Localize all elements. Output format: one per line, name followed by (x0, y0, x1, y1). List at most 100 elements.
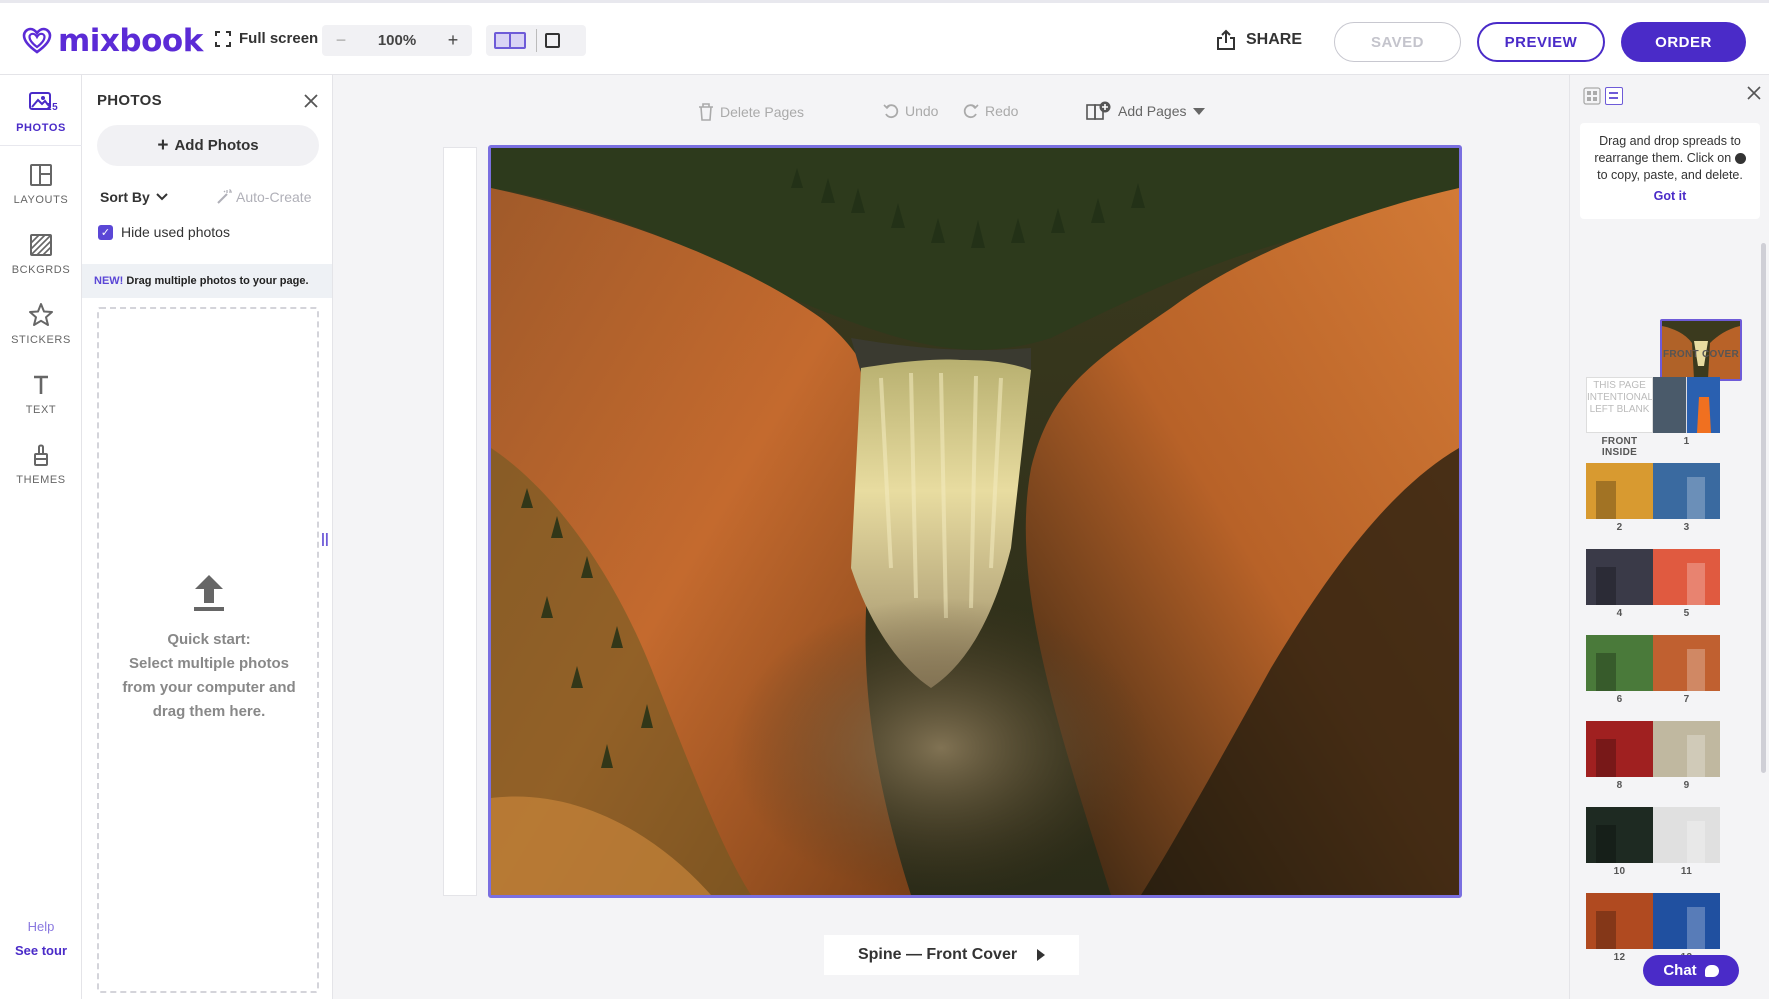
thumbnail-page-right[interactable] (1653, 635, 1720, 691)
thumbnail-page-1[interactable] (1653, 377, 1720, 433)
thumbnail-scrollbar[interactable] (1761, 243, 1766, 773)
undo-icon (883, 104, 899, 119)
page-navigator[interactable]: Spine — Front Cover (824, 935, 1079, 975)
brush-icon (34, 444, 48, 466)
delete-pages-button[interactable]: Delete Pages (698, 103, 804, 121)
thumbnail-label: 6 (1616, 694, 1623, 705)
thumbnail-page-right[interactable] (1653, 463, 1720, 519)
thumbnail-page-right[interactable] (1653, 807, 1720, 863)
thumbnail-page-right[interactable] (1653, 893, 1720, 949)
close-icon[interactable] (302, 92, 320, 110)
thumbnail-image (1586, 893, 1653, 949)
thumbnail-image (1653, 549, 1720, 605)
quick-start-line: from your computer and (122, 679, 296, 696)
hide-used-photos-option[interactable]: ✓ Hide used photos (98, 224, 230, 240)
magic-wand-icon (217, 189, 232, 204)
thumbnail-label: 7 (1683, 694, 1690, 705)
help-link[interactable]: Help (0, 915, 82, 939)
new-tag: NEW! (94, 275, 124, 287)
thumbnail-label: 1 (1683, 436, 1690, 447)
nav-item-themes[interactable]: THEMES (0, 442, 82, 486)
order-button[interactable]: ORDER (1621, 22, 1746, 62)
thumbnail-image (1653, 807, 1720, 863)
preview-button[interactable]: PREVIEW (1477, 22, 1605, 62)
more-options-icon (1734, 153, 1746, 165)
thumbnail-image (1653, 463, 1720, 519)
sort-by-dropdown[interactable]: Sort By (100, 189, 168, 205)
fullscreen-icon (215, 30, 231, 47)
thumbnail-front-inside[interactable]: THIS PAGE INTENTIONALLY LEFT BLANK (1586, 377, 1653, 433)
backgrounds-icon (30, 234, 52, 256)
plus-icon: + (157, 135, 169, 156)
zoom-out-button[interactable]: − (322, 30, 360, 51)
auto-create-label: Auto-Create (236, 189, 312, 205)
heart-logo-icon (22, 27, 52, 54)
add-photos-button[interactable]: + Add Photos (97, 125, 319, 166)
nav-item-stickers[interactable]: STICKERS (0, 302, 82, 346)
new-feature-banner: NEW! Drag multiple photos to your page. (82, 264, 332, 298)
chevron-down-icon (156, 193, 168, 201)
thumbnail-page-left[interactable] (1586, 635, 1653, 691)
front-cover-page[interactable] (488, 145, 1462, 898)
fullscreen-button[interactable]: Full screen (215, 30, 318, 47)
zoom-in-button[interactable]: + (434, 30, 472, 51)
thumbnail-page-left[interactable] (1586, 893, 1653, 949)
nav-item-layouts[interactable]: LAYOUTS (0, 162, 82, 206)
panel-resize-handle[interactable]: || (321, 530, 329, 546)
photo-drop-zone[interactable]: Quick start: Select multiple photos from… (97, 307, 319, 993)
cover-photo-waterfall[interactable] (491, 148, 1459, 895)
top-bar: mixbook Full screen − 100% + SHARE SAVED (0, 0, 1769, 75)
share-button[interactable]: SHARE (1216, 29, 1302, 51)
editor-canvas: || Delete Pages Undo Redo Add Pages Spin… (321, 75, 1569, 999)
quick-start-instructions: Quick start: Select multiple photos from… (109, 628, 309, 724)
thumbnail-label: 12 (1613, 952, 1626, 963)
hide-used-checkbox[interactable]: ✓ (98, 224, 113, 240)
spine-page[interactable] (443, 147, 477, 896)
thumbnail-image (1586, 721, 1653, 777)
undo-button[interactable]: Undo (883, 103, 938, 119)
thumbnail-label: 2 (1616, 522, 1623, 533)
panel-title: PHOTOS (97, 92, 162, 109)
redo-label: Redo (985, 103, 1019, 119)
redo-button[interactable]: Redo (963, 103, 1018, 119)
nav-item-photos[interactable]: 25 PHOTOS (0, 90, 82, 134)
thumbnail-label: 9 (1683, 780, 1690, 791)
single-page-view-icon[interactable] (545, 33, 560, 48)
add-pages-dropdown[interactable]: Add Pages (1086, 101, 1205, 121)
list-view-icon[interactable] (1605, 87, 1623, 105)
nav-label-backgrounds: BCKGRDS (11, 264, 71, 276)
got-it-button[interactable]: Got it (1588, 188, 1752, 205)
tip-text: Drag and drop spreads to rearrange them.… (1594, 134, 1741, 165)
thumbnail-label: 8 (1616, 780, 1623, 791)
thumbnail-label: FRONT INSIDE (1601, 436, 1638, 458)
photo-count-badge: 25 (46, 102, 59, 113)
upload-icon (194, 575, 224, 611)
thumbnail-page-left[interactable] (1586, 549, 1653, 605)
text-icon (34, 375, 48, 394)
saved-button[interactable]: SAVED (1334, 22, 1461, 62)
thumbnail-page-right[interactable] (1653, 549, 1720, 605)
nav-item-text[interactable]: TEXT (0, 372, 82, 416)
see-tour-link[interactable]: See tour (0, 939, 82, 963)
thumbnail-page-left[interactable] (1586, 807, 1653, 863)
grid-view-icon[interactable] (1583, 87, 1601, 105)
thumbnail-page-right[interactable] (1653, 721, 1720, 777)
nav-item-backgrounds[interactable]: BCKGRDS (0, 232, 82, 276)
thumbnail-label: FRONT COVER (1662, 349, 1740, 360)
left-nav: 25 PHOTOS LAYOUTS BCKGRDS STICKERS TEXT … (0, 75, 82, 999)
thumbnail-label: 3 (1683, 522, 1690, 533)
auto-create-button[interactable]: Auto-Create (216, 189, 311, 205)
thumbnail-page-left[interactable] (1586, 721, 1653, 777)
next-page-arrow-icon[interactable] (1037, 949, 1046, 961)
close-icon[interactable] (1746, 85, 1762, 101)
chat-bubble-icon (1704, 964, 1719, 977)
chat-label: Chat (1663, 962, 1697, 979)
thumbnail-page-left[interactable] (1586, 463, 1653, 519)
star-icon (29, 303, 53, 326)
tip-text-continued: to copy, paste, and delete. (1597, 168, 1743, 182)
layouts-icon (30, 164, 52, 186)
spread-view-icon[interactable] (494, 32, 526, 49)
rearrange-tip: Drag and drop spreads to rearrange them.… (1580, 123, 1760, 219)
chat-button[interactable]: Chat (1643, 955, 1739, 986)
mixbook-logo[interactable]: mixbook (22, 23, 203, 59)
